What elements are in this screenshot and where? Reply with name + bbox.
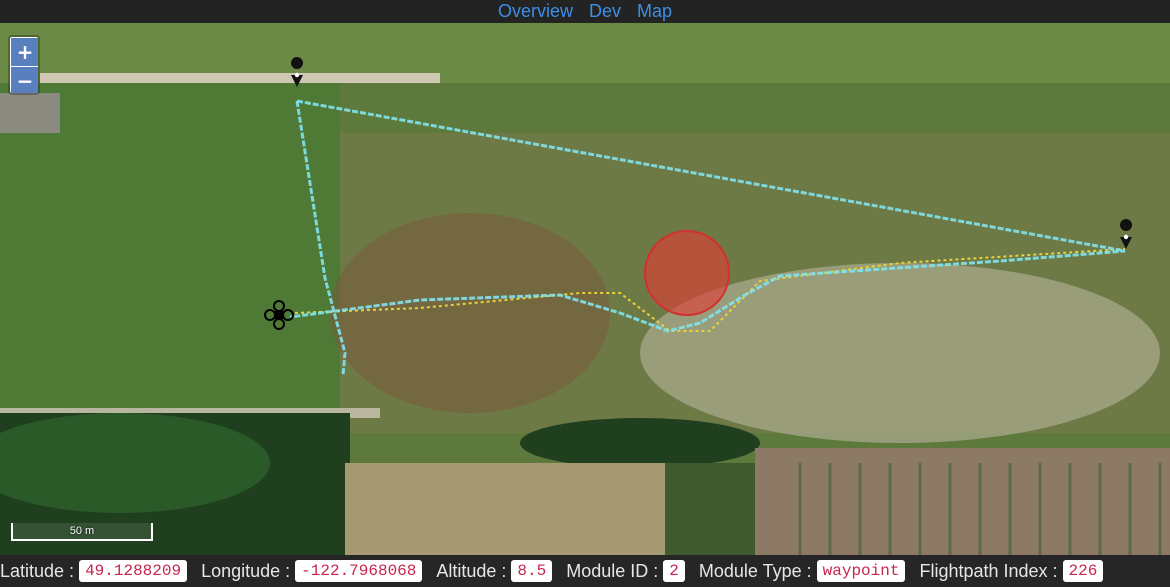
latitude-label: Latitude : xyxy=(0,560,75,581)
altitude-label: Altitude : xyxy=(436,560,507,581)
nav-overview[interactable]: Overview xyxy=(498,0,573,23)
satellite-imagery xyxy=(0,23,1170,555)
module-id-value: 2 xyxy=(663,560,685,582)
status-bar: Latitude : 49.1288209 Longitude : -122.7… xyxy=(0,555,1170,587)
nav-map[interactable]: Map xyxy=(637,0,672,23)
scale-bar: 50 m xyxy=(11,523,153,541)
nav-dev[interactable]: Dev xyxy=(589,0,621,23)
map-view[interactable]: + − 50 m xyxy=(0,23,1170,555)
module-id-label: Module ID : xyxy=(566,560,659,581)
zoom-in-button[interactable]: + xyxy=(11,38,38,66)
top-nav: Overview Dev Map xyxy=(0,0,1170,23)
latitude-value: 49.1288209 xyxy=(79,560,188,582)
zoom-out-button[interactable]: − xyxy=(11,67,38,93)
flightpath-index-value: 226 xyxy=(1062,560,1104,582)
module-type-value: waypoint xyxy=(816,560,906,582)
obstacle-zone xyxy=(644,230,730,316)
longitude-label: Longitude : xyxy=(201,560,291,581)
longitude-value: -122.7968068 xyxy=(295,560,423,582)
zoom-control: + − xyxy=(8,35,40,95)
flightpath-index-label: Flightpath Index : xyxy=(919,560,1058,581)
module-type-label: Module Type : xyxy=(698,560,812,581)
altitude-value: 8.5 xyxy=(511,560,553,582)
